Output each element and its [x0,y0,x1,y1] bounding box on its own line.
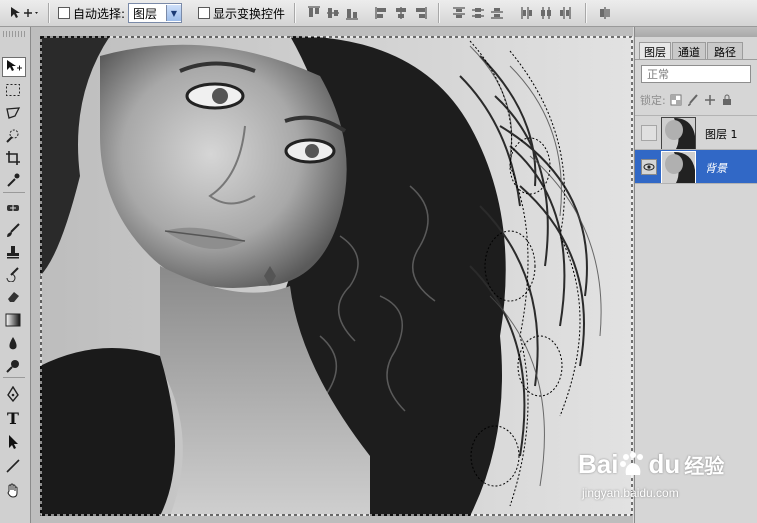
document-image[interactable] [40,36,633,516]
blend-mode-value: 正常 [647,68,669,81]
auto-select-checkbox[interactable]: 自动选择: [58,0,125,26]
move-tool-icon[interactable] [2,57,26,77]
lock-transparent-icon[interactable] [670,94,682,106]
hand-tool-icon[interactable] [4,481,22,499]
watermark-url: jingyan.baidu.com [582,486,679,500]
distribute-top-icon[interactable] [452,6,466,20]
align-bottom-icon[interactable] [345,6,359,20]
dodge-tool-icon[interactable] [4,357,22,375]
canvas-area[interactable] [31,27,633,523]
baidu-watermark: Bai du 经验 jingyan.baidu.com [578,445,728,515]
line-tool-icon[interactable] [4,457,22,475]
type-tool-icon[interactable]: T [4,409,22,428]
layers-list-end [635,183,757,184]
blur-tool-icon[interactable] [4,335,22,353]
distribute-right-icon[interactable] [558,6,572,20]
crop-tool-icon[interactable] [4,149,22,167]
toolbox-divider [3,377,25,378]
move-tool-preset-icon[interactable] [8,0,40,26]
distribute-vcenter-icon[interactable] [471,6,485,20]
layer-thumbnail [661,151,696,184]
path-selection-tool-icon[interactable] [4,433,22,451]
layer-name: 背景 [705,162,727,175]
pen-tool-icon[interactable] [4,385,22,403]
tab-paths[interactable]: 路径 [707,42,743,60]
eraser-tool-icon[interactable] [4,287,22,305]
toolbox: T [0,27,31,523]
portrait-photo [40,36,633,516]
blend-mode-dropdown[interactable]: 正常 [641,65,751,83]
distribute-bottom-icon[interactable] [490,6,504,20]
lasso-tool-icon[interactable] [4,105,22,123]
layer-row-background[interactable]: 背景 [635,149,757,184]
lock-label: 锁定: [640,94,666,107]
options-bar: 自动选择: 图层 ▼ 显示变换控件 [0,0,757,27]
chevron-down-icon: ▼ [166,5,181,21]
layer-thumbnail [661,117,696,150]
eyedropper-tool-icon[interactable] [4,171,22,189]
history-brush-tool-icon[interactable] [4,265,22,283]
auto-select-label: 自动选择: [73,6,126,21]
toolbox-grip [3,31,25,37]
show-transform-label: 显示变换控件 [213,6,286,21]
show-transform-checkbox[interactable]: 显示变换控件 [198,0,285,26]
auto-align-layers-icon[interactable] [598,6,612,20]
baidu-logo: Bai du 经验 [578,449,725,479]
panel-collapse-bar[interactable] [635,27,757,37]
brush-tool-icon[interactable] [4,221,22,239]
layer-row-1[interactable]: 图层 1 [635,115,757,150]
toolbox-divider [3,192,25,193]
align-left-icon[interactable] [375,6,389,20]
lock-position-icon[interactable] [704,94,716,106]
align-right-icon[interactable] [413,6,427,20]
align-vcenter-icon[interactable] [326,6,340,20]
visibility-toggle[interactable] [641,125,657,141]
baidu-paw-icon [620,451,644,475]
align-top-icon[interactable] [307,6,321,20]
tab-channels[interactable]: 通道 [672,42,706,60]
layer-name: 图层 1 [705,128,738,141]
clone-stamp-tool-icon[interactable] [4,243,22,261]
distribute-left-icon[interactable] [520,6,534,20]
gradient-tool-icon[interactable] [4,311,22,329]
auto-select-value: 图层 [133,6,158,21]
panel-tab-underline [635,59,757,60]
quick-selection-tool-icon[interactable] [4,127,22,145]
align-hcenter-icon[interactable] [394,6,408,20]
auto-select-dropdown[interactable]: 图层 ▼ [128,3,182,23]
lock-all-icon[interactable] [721,94,733,106]
marquee-tool-icon[interactable] [4,81,22,99]
lock-row: 锁定: [640,91,733,109]
distribute-hcenter-icon[interactable] [539,6,553,20]
healing-brush-tool-icon[interactable] [4,199,22,217]
eye-icon[interactable] [641,159,657,175]
lock-image-icon[interactable] [687,94,699,106]
tab-layers[interactable]: 图层 [639,42,671,60]
